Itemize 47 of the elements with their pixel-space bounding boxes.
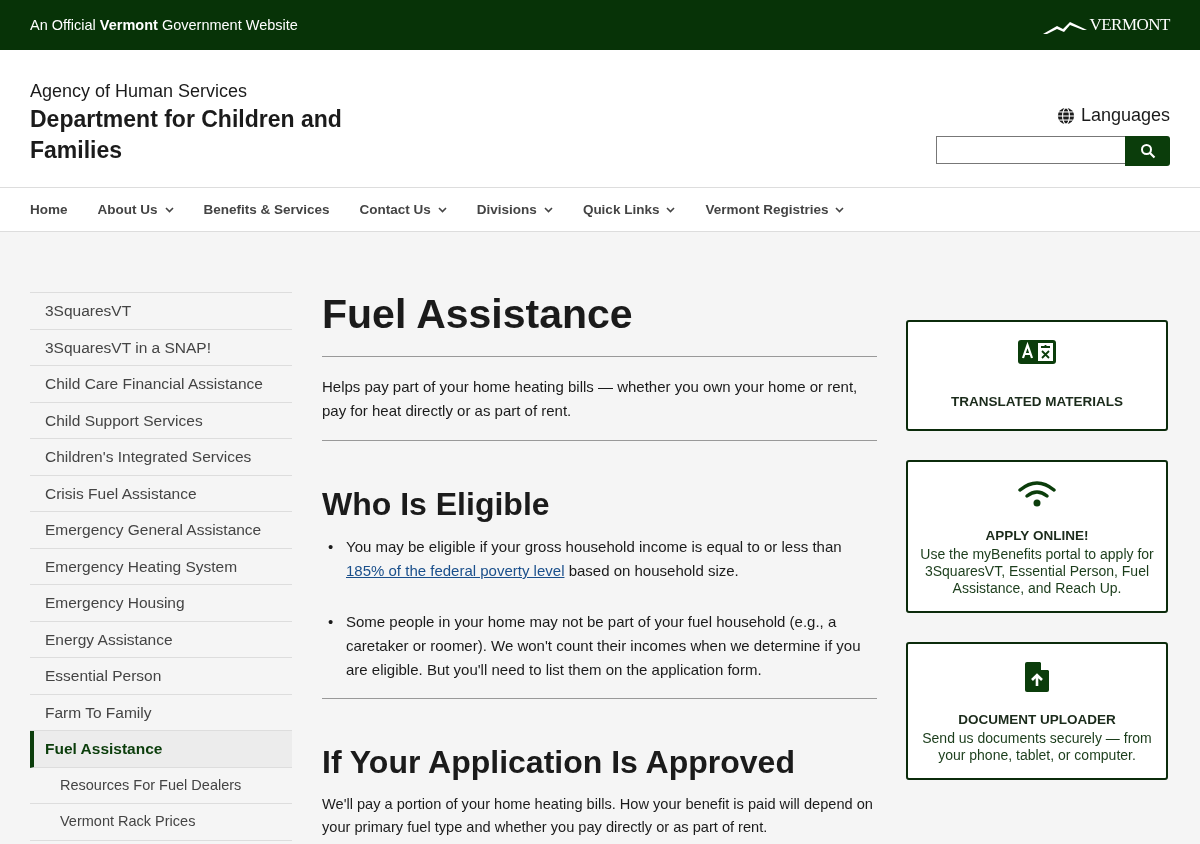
nav-link[interactable]: Quick Links (582, 202, 676, 217)
sidebar-item[interactable]: Essential Person (30, 658, 292, 695)
sidebar-item[interactable]: Fuel Assistance (30, 731, 292, 768)
bullet-marker: • (328, 537, 335, 557)
sidebar-item[interactable]: Energy Assistance (30, 621, 292, 658)
sidebar-item[interactable]: Crisis Fuel Assistance (30, 475, 292, 512)
body-text: We'll pay a portion of your home heating bills. How your benefit is paid will depend on your primary fuel type and whether you pay directly or as part of rent. (322, 795, 874, 837)
card-link[interactable]: APPLY ONLINE! Use the myBenefits portal to apply for 3SquaresVT, Essential Person, Fuel Assistance, and Reach Up. (906, 460, 1168, 613)
globe-icon (1056, 106, 1075, 125)
vermont-logo[interactable]: VERMONT (1043, 15, 1170, 35)
poverty-level-link[interactable]: 185% of the federal poverty level (346, 562, 565, 579)
sidebar-item[interactable]: Emergency Heating System (30, 548, 292, 585)
nav-link[interactable]: About Us (97, 202, 174, 217)
search-icon (1139, 143, 1156, 159)
mountain-icon (1043, 21, 1088, 35)
agency-name: Agency of Human Services (30, 80, 249, 103)
bullet-text: You may be eligible if your gross household income is equal to or less than 185% of the federal poverty level based on household size. (346, 537, 843, 581)
page-title: Fuel Assistance (322, 292, 634, 339)
languages-link[interactable]: Languages (1056, 105, 1170, 126)
sidebar-item[interactable]: Children's Integrated Services (30, 439, 292, 476)
sidebar-item[interactable]: Emergency Housing (30, 585, 292, 622)
official-site-text: An Official Vermont Government Website (30, 17, 298, 33)
search-button[interactable] (1125, 136, 1170, 166)
sidebar-item[interactable]: 3SquaresVT (30, 293, 292, 330)
card-link[interactable]: DOCUMENT UPLOADER Send us documents securely — from your phone, tablet, or computer. (906, 642, 1168, 780)
nav-link[interactable]: Benefits & Services (203, 202, 330, 217)
section-heading: If Your Application Is Approved (322, 743, 796, 781)
file-upload-icon (1025, 662, 1049, 692)
sidebar-subitem[interactable]: Vermont Rack Prices (30, 804, 292, 841)
card-link[interactable]: TRANSLATED MATERIALS (906, 320, 1168, 431)
department-name[interactable]: Department for Children and Families (30, 104, 360, 166)
wifi-icon (1018, 480, 1056, 508)
translate-icon (1018, 340, 1056, 364)
sidebar-item[interactable]: Child Support Services (30, 402, 292, 439)
sidebar-item[interactable]: Emergency General Assistance (30, 512, 292, 549)
section-heading: Who Is Eligible (322, 485, 551, 523)
sidebar-item[interactable]: 3SquaresVT in a SNAP! (30, 329, 292, 366)
nav-link[interactable]: Contact Us (359, 202, 447, 217)
bullet-marker: • (328, 612, 335, 632)
bullet-text: Some people in your home may not be part of your fuel household (e.g., a caretaker or roomer). We won't count their incomes when we determine if you are eligible. But you'll need to list them on the application form. (346, 612, 862, 680)
search-field[interactable] (936, 136, 1125, 164)
nav-link[interactable]: Vermont Registries (705, 202, 845, 217)
sidebar-item[interactable]: Child Care Financial Assistance (30, 366, 292, 403)
intro-text: Helps pay part of your home heating bills — whether you own your home or rent, pay for heat directly or as part of rent. (322, 377, 859, 421)
nav-link[interactable]: Home (30, 202, 68, 217)
nav-link[interactable]: Divisions (476, 202, 553, 217)
sidebar-subitem[interactable]: Resources For Fuel Dealers (30, 767, 292, 804)
